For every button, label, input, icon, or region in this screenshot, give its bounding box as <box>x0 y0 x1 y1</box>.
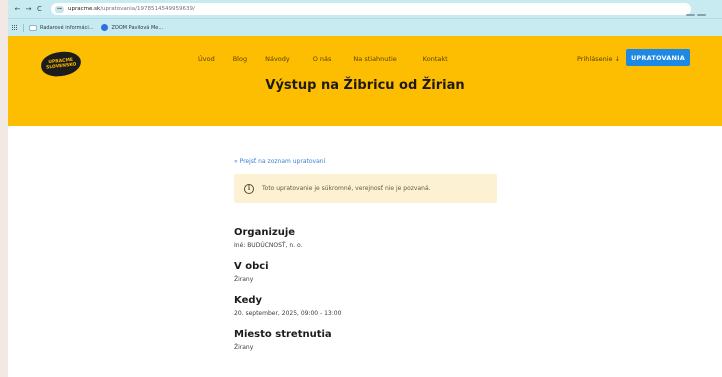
detail-label: Kedy <box>234 295 263 306</box>
private-notice: i Toto upratovanie je súkromné, verejnos… <box>234 174 497 203</box>
site-logo[interactable]: UPRACME SLOVENSKO <box>39 49 83 79</box>
bookmark-label: ZOOM Pavilová Me... <box>111 24 164 31</box>
back-arrow-icon[interactable]: ← <box>12 0 23 18</box>
menu-item-kontakt[interactable]: Kontakt <box>423 55 448 63</box>
browser-nav-row: ← → C ⊶ upracme.sk/upratovania/197851454… <box>8 0 722 18</box>
address-bar-url: upracme.sk/upratovania/1978514549959639/ <box>68 6 195 12</box>
minimize-icon[interactable] <box>686 13 695 16</box>
menu-item-na-stiahnutie[interactable]: Na stiahnutie <box>353 55 396 63</box>
reload-icon[interactable]: C <box>34 0 45 18</box>
detail-meeting-place: Miesto stretnutia Žirany <box>234 329 704 351</box>
notice-text: Toto upratovanie je súkromné, verejnosť … <box>262 185 431 192</box>
detail-municipality: V obci Žirany <box>234 261 704 283</box>
detail-value: Žirany <box>234 276 254 283</box>
detail-organizer: Organizuje Iné: BUDÚCNOSŤ, n. o. <box>234 227 704 249</box>
maximize-icon[interactable] <box>697 13 706 16</box>
apps-grid-icon[interactable] <box>12 24 18 31</box>
site-header: UPRACME SLOVENSKO Úvod Blog Návody O nás… <box>8 36 722 126</box>
detail-label: V obci <box>234 261 269 272</box>
menu-item-o-nas[interactable]: O nás <box>313 55 332 63</box>
radar-bookmark-icon <box>29 24 37 31</box>
login-arrow-icon: ↓ <box>614 55 621 63</box>
back-to-list-link[interactable]: « Prejsť na zoznam upratovaní <box>234 158 704 165</box>
browser-window: ← → C ⊶ upracme.sk/upratovania/197851454… <box>8 0 722 377</box>
info-icon: i <box>244 183 254 194</box>
detail-label: Organizuje <box>234 227 296 238</box>
main-content: « Prejsť na zoznam upratovaní i Toto upr… <box>234 126 704 351</box>
browser-chrome: ← → C ⊶ upracme.sk/upratovania/197851454… <box>8 0 722 36</box>
login-link[interactable]: Prihlásenie ↓ <box>577 55 620 63</box>
address-bar[interactable]: ⊶ upracme.sk/upratovania/197851454995963… <box>51 3 691 15</box>
url-path: /upratovania/1978514549959639/ <box>100 6 195 12</box>
menu-item-navody[interactable]: Návody <box>265 55 290 63</box>
login-label: Prihlásenie <box>577 55 613 63</box>
window-controls <box>684 4 716 16</box>
detail-value: Iné: BUDÚCNOSŤ, n. o. <box>234 242 303 249</box>
main-menu: Úvod Blog Návody O nás Na stiahnutie Kon… <box>198 55 448 63</box>
page-title: Výstup na Žibricu od Žirian <box>265 78 465 93</box>
zoom-bookmark-icon <box>101 24 109 31</box>
detail-value: 20. september, 2025, 09:00 - 13:00 <box>234 310 342 317</box>
bookmark-zoom[interactable]: ZOOM Pavilová Me... <box>101 24 163 31</box>
bookmarks-bar: Radarové informáci... ZOOM Pavilová Me..… <box>8 18 722 36</box>
upratovania-button[interactable]: UPRATOVANIA <box>626 49 690 66</box>
menu-item-uvod[interactable]: Úvod <box>198 55 215 63</box>
bookmark-label: Radarové informáci... <box>40 24 94 31</box>
detail-when: Kedy 20. september, 2025, 09:00 - 13:00 <box>234 295 704 317</box>
bookmark-radar[interactable]: Radarové informáci... <box>29 24 94 31</box>
detail-value: Žirany <box>234 344 254 351</box>
forward-arrow-icon[interactable]: → <box>23 0 34 18</box>
bookmarks-separator <box>23 23 24 32</box>
menu-item-blog[interactable]: Blog <box>233 55 247 63</box>
site-info-icon[interactable]: ⊶ <box>55 5 64 13</box>
url-host: upracme.sk <box>68 6 101 12</box>
detail-label: Miesto stretnutia <box>234 329 332 340</box>
